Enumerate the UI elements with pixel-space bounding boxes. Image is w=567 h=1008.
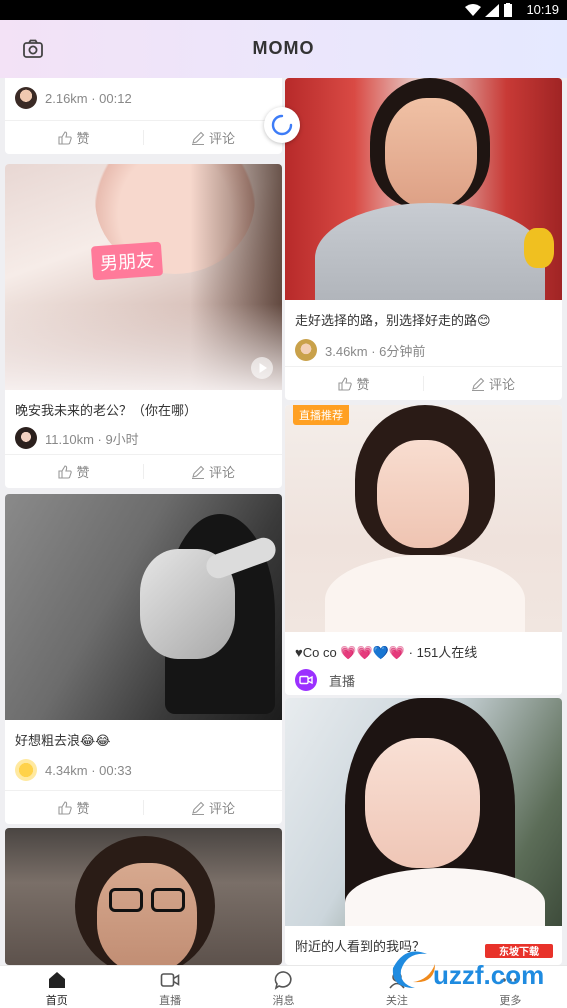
avatar[interactable]: [15, 759, 37, 781]
status-icons: [465, 3, 513, 17]
home-icon: [48, 972, 65, 988]
post-caption: 晚安我未来的老公？（你在哪）: [15, 403, 198, 418]
post-caption: 好想粗去浪😂😂: [15, 733, 111, 748]
comment-button[interactable]: 评论: [424, 367, 562, 400]
comment-button[interactable]: 评论: [144, 121, 282, 154]
live-caption: ♥Co co 💗💗💙💗 · 151人在线: [295, 645, 478, 660]
feed-card[interactable]: [5, 828, 282, 965]
tab-home[interactable]: 首页: [0, 966, 113, 1008]
like-button[interactable]: 赞: [5, 121, 143, 154]
pencil-icon: [191, 131, 205, 145]
tab-live[interactable]: 直播: [113, 966, 226, 1008]
tab-messages[interactable]: 消息: [227, 966, 340, 1008]
tab-label: 消息: [272, 995, 295, 1007]
signal-icon: [485, 3, 499, 17]
card-meta: 11.10km · 9小时: [5, 427, 282, 449]
distance-time: 11.10km · 9小时: [45, 431, 139, 447]
status-time: 10:19: [526, 2, 559, 17]
feed-card[interactable]: 附近的人看到的我吗？: [285, 698, 562, 965]
chat-icon: [274, 971, 292, 990]
feed-card[interactable]: 走好选择的路，别选择好走的路😊 3.46km · 6分钟前 赞 评论: [285, 78, 562, 400]
pencil-icon: [191, 801, 205, 815]
comment-button[interactable]: 评论: [144, 455, 282, 488]
pencil-icon: [471, 377, 485, 391]
live-recommend-badge: 直播推荐: [293, 405, 349, 425]
video-icon: [160, 973, 180, 987]
status-bar: 10:19: [0, 0, 567, 20]
live-meta: 直播: [285, 669, 562, 691]
pencil-icon: [191, 465, 205, 479]
loading-icon: [271, 114, 293, 136]
card-actions: 赞 评论: [5, 454, 282, 488]
like-label: 赞: [76, 801, 90, 816]
live-label: 直播: [329, 673, 356, 689]
feed-card[interactable]: 2.16km · 00:12 赞 评论: [5, 78, 282, 154]
comment-label: 评论: [208, 465, 235, 480]
comment-button[interactable]: 评论: [144, 791, 282, 824]
tab-label: 直播: [159, 995, 182, 1007]
like-label: 赞: [76, 131, 90, 146]
avatar[interactable]: [15, 427, 37, 449]
watermark-sub: 东坡下载: [499, 945, 539, 958]
post-photo[interactable]: [285, 698, 562, 926]
distance-time: 4.34km · 00:33: [45, 762, 132, 778]
card-meta: 2.16km · 00:12: [5, 78, 282, 118]
live-video-icon: [295, 669, 317, 691]
avatar[interactable]: [295, 339, 317, 361]
distance-time: 2.16km · 00:12: [45, 90, 132, 106]
like-button[interactable]: 赞: [285, 367, 423, 400]
feed-card[interactable]: 好想粗去浪😂😂 4.34km · 00:33 赞 评论: [5, 494, 282, 824]
card-meta: 4.34km · 00:33: [5, 759, 282, 781]
tab-label: 首页: [45, 995, 68, 1007]
thumbs-up-icon: [58, 464, 73, 479]
avatar[interactable]: [15, 87, 37, 109]
wifi-icon: [465, 3, 481, 16]
live-photo[interactable]: 直播推荐: [285, 405, 562, 632]
thumbs-up-icon: [338, 376, 353, 391]
comment-label: 评论: [208, 131, 235, 146]
app-title: MOMO: [252, 38, 315, 58]
photo-sticker-tag: 男朋友: [90, 241, 164, 281]
play-icon[interactable]: [250, 356, 274, 380]
card-actions: 赞 评论: [5, 790, 282, 824]
thumbs-up-icon: [58, 130, 73, 145]
card-actions: 赞 评论: [285, 366, 562, 400]
site-watermark-logo: 东坡下载 uzzf.com: [392, 944, 553, 990]
post-photo[interactable]: 男朋友: [5, 164, 282, 390]
battery-icon: [504, 3, 512, 17]
like-button[interactable]: 赞: [5, 791, 143, 824]
post-photo[interactable]: [5, 828, 282, 965]
post-photo[interactable]: [5, 494, 282, 720]
thumbs-up-icon: [58, 800, 73, 815]
feed-card[interactable]: 男朋友 晚安我未来的老公？（你在哪） 11.10km · 9小时 赞 评论: [5, 164, 282, 488]
refresh-spinner: [264, 107, 300, 143]
post-caption: 走好选择的路，别选择好走的路😊: [295, 313, 491, 328]
live-card[interactable]: 直播推荐 ♥Co co 💗💗💙💗 · 151人在线 直播: [285, 405, 562, 695]
like-label: 赞: [356, 377, 370, 392]
post-photo[interactable]: [285, 78, 562, 300]
watermark-text: uzzf.com: [433, 960, 544, 990]
comment-label: 评论: [208, 801, 235, 816]
distance-time: 3.46km · 6分钟前: [325, 343, 426, 359]
card-meta: 3.46km · 6分钟前: [285, 339, 562, 361]
app-header: MOMO: [0, 20, 567, 78]
like-label: 赞: [76, 465, 90, 480]
like-button[interactable]: 赞: [5, 455, 143, 488]
feed: 2.16km · 00:12 赞 评论 男朋友 晚安我未来的老公？（你在哪） 1…: [0, 78, 567, 965]
card-actions: 赞 评论: [5, 120, 282, 154]
comment-label: 评论: [488, 377, 515, 392]
